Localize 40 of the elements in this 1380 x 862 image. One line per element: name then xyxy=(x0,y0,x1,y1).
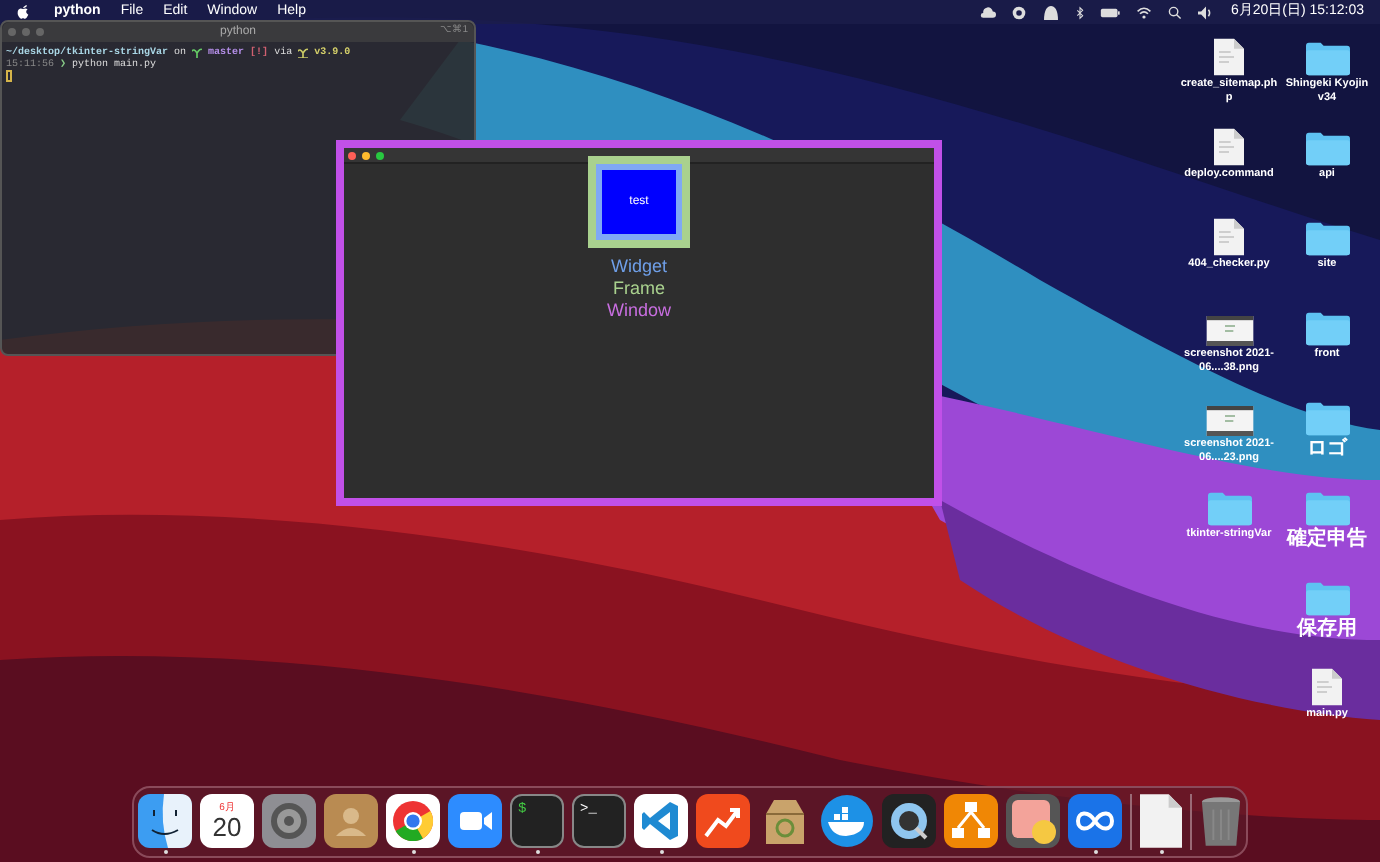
minimize-button[interactable] xyxy=(362,151,370,159)
color-label: Window xyxy=(606,300,671,322)
speaker-icon[interactable] xyxy=(1198,5,1215,19)
screenshot-icon xyxy=(1205,406,1253,436)
face-icon[interactable] xyxy=(138,794,192,848)
player-icon[interactable] xyxy=(882,794,936,848)
document-icon xyxy=(1214,128,1244,166)
sprout-icon xyxy=(298,47,309,57)
wifi-icon[interactable] xyxy=(1136,5,1153,19)
sprout-icon xyxy=(192,47,203,57)
circle-icon[interactable] xyxy=(1012,5,1027,19)
bluetooth-icon[interactable] xyxy=(1076,5,1085,19)
calendar-day: 20 xyxy=(212,813,242,841)
browser-icon[interactable] xyxy=(386,794,440,848)
document-icon[interactable] xyxy=(1140,794,1182,848)
gear-icon[interactable] xyxy=(262,794,316,848)
trend-icon[interactable] xyxy=(696,794,750,848)
document-icon xyxy=(1312,668,1342,706)
color-label: Widget xyxy=(610,256,667,278)
battery-icon[interactable] xyxy=(1100,7,1121,17)
code-editor-icon[interactable] xyxy=(634,794,688,848)
desktop-icon-label[interactable]: ロゴ xyxy=(1278,438,1376,460)
desktop-icon-label[interactable]: 確定申告 xyxy=(1278,528,1376,550)
whale-icon[interactable] xyxy=(820,794,874,848)
zoom-button[interactable] xyxy=(376,151,384,159)
diagram-icon[interactable] xyxy=(944,794,998,848)
document-icon xyxy=(1214,218,1244,256)
trash-icon[interactable] xyxy=(1200,794,1242,848)
close-button[interactable] xyxy=(348,151,356,159)
document-icon xyxy=(1214,38,1244,76)
cloud-icon[interactable] xyxy=(980,5,997,19)
screenshot-icon xyxy=(1205,316,1253,346)
infinity-icon[interactable] xyxy=(1068,794,1122,848)
color-label: Frame xyxy=(612,278,665,300)
search-icon[interactable] xyxy=(1168,5,1183,19)
apple-icon[interactable] xyxy=(16,4,30,20)
contacts-icon[interactable] xyxy=(324,794,378,848)
cursor xyxy=(6,70,12,82)
video-camera-icon[interactable] xyxy=(448,794,502,848)
desktop-icon-label[interactable]: 保存用 xyxy=(1278,618,1376,640)
